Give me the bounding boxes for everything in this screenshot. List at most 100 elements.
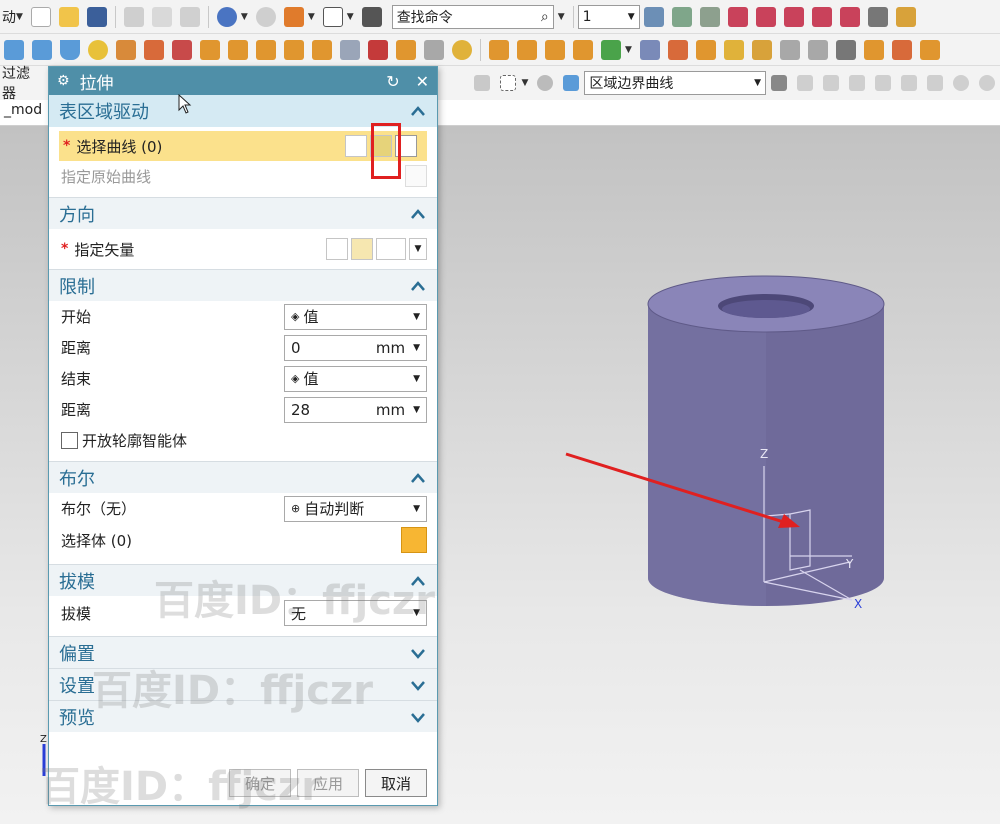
end-distance-input[interactable]: 28 mm ▼ xyxy=(284,396,427,423)
pocket-icon[interactable] xyxy=(256,39,276,60)
through-curves-icon[interactable] xyxy=(751,39,772,60)
block-icon[interactable] xyxy=(4,39,24,60)
part-icon[interactable] xyxy=(283,6,304,27)
extrude-icon[interactable] xyxy=(116,39,136,60)
sweep-icon[interactable] xyxy=(723,39,744,60)
start-distance-input[interactable]: 0 mm ▼ xyxy=(284,334,427,361)
section-header-draft[interactable]: 拔模 xyxy=(49,564,437,596)
section-header-limits[interactable]: 限制 xyxy=(49,269,437,301)
boolean-select[interactable]: ⊕ 自动判断 ▼ xyxy=(284,495,427,522)
search-command-input[interactable]: 查找命令 ⌕ xyxy=(391,4,554,29)
cone-icon[interactable] xyxy=(60,39,80,60)
curve-rule-select[interactable]: 区域边界曲线 ▼ xyxy=(584,71,766,95)
control-point-icon[interactable] xyxy=(901,75,917,91)
line-icon[interactable] xyxy=(823,75,839,91)
replace-face-icon[interactable] xyxy=(863,39,884,60)
close-icon[interactable]: ✕ xyxy=(416,72,429,91)
assembly-icon[interactable] xyxy=(895,6,916,27)
revolve-icon[interactable] xyxy=(144,39,164,60)
redo-icon[interactable] xyxy=(255,6,276,27)
paste-icon[interactable] xyxy=(179,6,200,27)
groove-icon[interactable] xyxy=(340,39,360,60)
section-header-boolean[interactable]: 布尔 xyxy=(49,461,437,493)
sew-icon[interactable] xyxy=(695,39,716,60)
specify-original-curve-row[interactable]: 指定原始曲线 xyxy=(49,161,437,191)
deselect-icon[interactable] xyxy=(345,135,367,157)
vector-dialog-icon[interactable] xyxy=(351,238,373,260)
patch-icon[interactable] xyxy=(807,39,828,60)
apply-button[interactable]: 应用 xyxy=(297,769,359,797)
reset-icon[interactable]: ↻ xyxy=(386,72,399,91)
snap-point-icon[interactable] xyxy=(797,75,813,91)
selection-box-icon[interactable] xyxy=(322,6,343,27)
datum-axis-icon[interactable] xyxy=(783,6,804,27)
select-body-row[interactable]: 选择体 (0) xyxy=(49,524,437,556)
view-orient-icon[interactable] xyxy=(563,75,580,91)
mirror-icon[interactable] xyxy=(573,39,593,60)
point-icon[interactable] xyxy=(727,6,748,27)
sphere-icon[interactable] xyxy=(88,39,108,60)
offset-face-icon[interactable] xyxy=(667,39,688,60)
type-filter-icon[interactable] xyxy=(474,75,491,91)
open-profile-row[interactable]: 开放轮廓智能体 xyxy=(49,425,437,455)
midpoint-icon[interactable] xyxy=(875,75,891,91)
layer-settings-icon[interactable] xyxy=(643,6,664,27)
start-select[interactable]: ◈ 值 ▼ xyxy=(284,303,427,330)
snap-icon[interactable] xyxy=(537,75,554,91)
subtract-icon[interactable] xyxy=(396,39,416,60)
endpoint-icon[interactable] xyxy=(849,75,865,91)
hole-icon[interactable] xyxy=(200,39,220,60)
cancel-button[interactable]: 取消 xyxy=(365,769,427,797)
new-file-icon[interactable] xyxy=(30,6,51,27)
delete-face-icon[interactable] xyxy=(919,39,940,60)
tool-icon[interactable] xyxy=(867,6,888,27)
specify-vector-row[interactable]: * 指定矢量 ▼ xyxy=(49,229,437,269)
undo-icon[interactable] xyxy=(216,6,237,27)
vector-type-icon[interactable] xyxy=(376,238,406,260)
unite-icon[interactable] xyxy=(368,39,388,60)
select-curve-row[interactable]: * 选择曲线 (0) xyxy=(59,123,427,179)
move-face-icon[interactable] xyxy=(891,39,912,60)
pattern-icon[interactable] xyxy=(545,39,565,60)
document-tab[interactable]: _mod xyxy=(0,102,46,118)
chevron-down-icon[interactable]: ▼ xyxy=(409,238,427,260)
pad-icon[interactable] xyxy=(284,39,304,60)
section-header-preview[interactable]: 预览 xyxy=(49,700,437,732)
original-curve-icon[interactable] xyxy=(405,165,427,187)
section-header-direction[interactable]: 方向 xyxy=(49,197,437,229)
section-header-settings[interactable]: 设置 xyxy=(49,668,437,700)
cut-icon[interactable] xyxy=(123,6,144,27)
quadrant-icon[interactable] xyxy=(979,75,995,91)
trim-body-icon[interactable] xyxy=(601,39,621,60)
copy-icon[interactable] xyxy=(151,6,172,27)
section-header-offset[interactable]: 偏置 xyxy=(49,636,437,668)
command-finder-icon[interactable] xyxy=(361,6,382,27)
selection-scope-icon[interactable] xyxy=(500,75,517,91)
slot-icon[interactable] xyxy=(312,39,332,60)
cylinder-icon[interactable] xyxy=(32,39,52,60)
datum-plane-icon[interactable] xyxy=(755,6,776,27)
draft-select[interactable]: 无 ▼ xyxy=(284,600,427,626)
toolbar-left-label[interactable]: 动 xyxy=(2,7,16,27)
boss-icon[interactable] xyxy=(228,39,248,60)
select-body-icon[interactable] xyxy=(401,527,427,553)
open-folder-icon[interactable] xyxy=(58,6,79,27)
intersection-icon[interactable] xyxy=(927,75,943,91)
save-icon[interactable] xyxy=(86,6,107,27)
gear-icon[interactable]: ⚙ xyxy=(57,73,70,89)
edge-blend-icon[interactable] xyxy=(489,39,509,60)
nx-feature-icon[interactable] xyxy=(172,39,192,60)
thicken-icon[interactable] xyxy=(835,39,856,60)
wcs-icon[interactable] xyxy=(839,6,860,27)
datum-csys-icon[interactable] xyxy=(811,6,832,27)
draft-icon[interactable] xyxy=(639,39,660,60)
layer-select[interactable]: 1 ▼ xyxy=(577,4,640,29)
ok-button[interactable]: 确定 xyxy=(229,769,291,797)
move-layer-icon[interactable] xyxy=(699,6,720,27)
end-select[interactable]: ◈ 值 ▼ xyxy=(284,365,427,392)
open-profile-checkbox[interactable] xyxy=(61,431,78,449)
shell-icon[interactable] xyxy=(452,39,472,60)
dialog-titlebar[interactable]: ⚙ 拉伸 ↻ ✕ xyxy=(49,67,437,95)
reverse-direction-icon[interactable] xyxy=(326,238,348,260)
view-layer-icon[interactable] xyxy=(671,6,692,27)
